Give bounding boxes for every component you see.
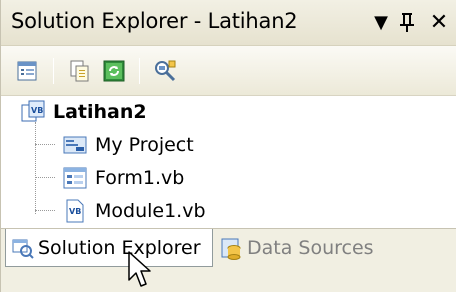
data-sources-icon [221,238,241,260]
show-all-files-button[interactable] [65,56,95,86]
toolbar [1,46,456,96]
tree-connector [35,144,55,145]
tool-window-tabs: Solution Explorer Data Sources [1,228,456,292]
view-class-diagram-button[interactable] [151,56,181,86]
project-name: Latihan2 [53,101,147,123]
auto-hide-pin-icon[interactable] [393,8,421,36]
tab-solution-explorer[interactable]: Solution Explorer [5,229,213,267]
svg-text:VB: VB [69,207,81,216]
solution-tree: VB Latihan2 My Project Form1.vb VB Modul… [1,96,456,228]
tree-item-label: Form1.vb [95,167,185,189]
tree-node-module1[interactable]: VB Module1.vb [63,197,206,225]
tree-node-form1[interactable]: Form1.vb [63,164,184,192]
tree-node-my-project[interactable]: My Project [63,131,194,159]
tree-connector [35,177,55,178]
solution-explorer-panel: Solution Explorer - Latihan2 ▼ ✕ VB Lati… [0,0,456,292]
tree-node-project[interactable]: VB Latihan2 [21,98,147,126]
mouse-pointer-icon [128,251,151,287]
refresh-icon [103,60,125,82]
refresh-button[interactable] [99,56,129,86]
solution-explorer-icon [12,239,34,259]
tab-data-sources[interactable]: Data Sources [215,229,405,267]
properties-icon [17,61,37,81]
vb-project-icon: VB [21,100,45,122]
svg-text:VB: VB [31,106,43,115]
toolbar-separator [53,58,54,84]
vb-module-icon: VB [66,199,84,223]
form-icon [63,167,87,189]
toolbar-separator [139,58,140,84]
tab-label: Data Sources [247,237,374,259]
close-icon[interactable]: ✕ [425,8,453,36]
window-title: Solution Explorer - Latihan2 [11,9,298,33]
tree-connector [35,122,36,214]
title-bar: Solution Explorer - Latihan2 ▼ ✕ [1,0,456,46]
tree-item-label: Module1.vb [95,200,206,222]
tree-connector [35,210,55,211]
tab-label: Solution Explorer [38,236,201,259]
window-position-dropdown-icon[interactable]: ▼ [367,8,395,36]
properties-button[interactable] [13,56,43,86]
show-all-files-icon [70,60,89,82]
tree-item-label: My Project [95,134,194,156]
my-project-icon [63,136,87,154]
class-view-icon [155,60,176,82]
